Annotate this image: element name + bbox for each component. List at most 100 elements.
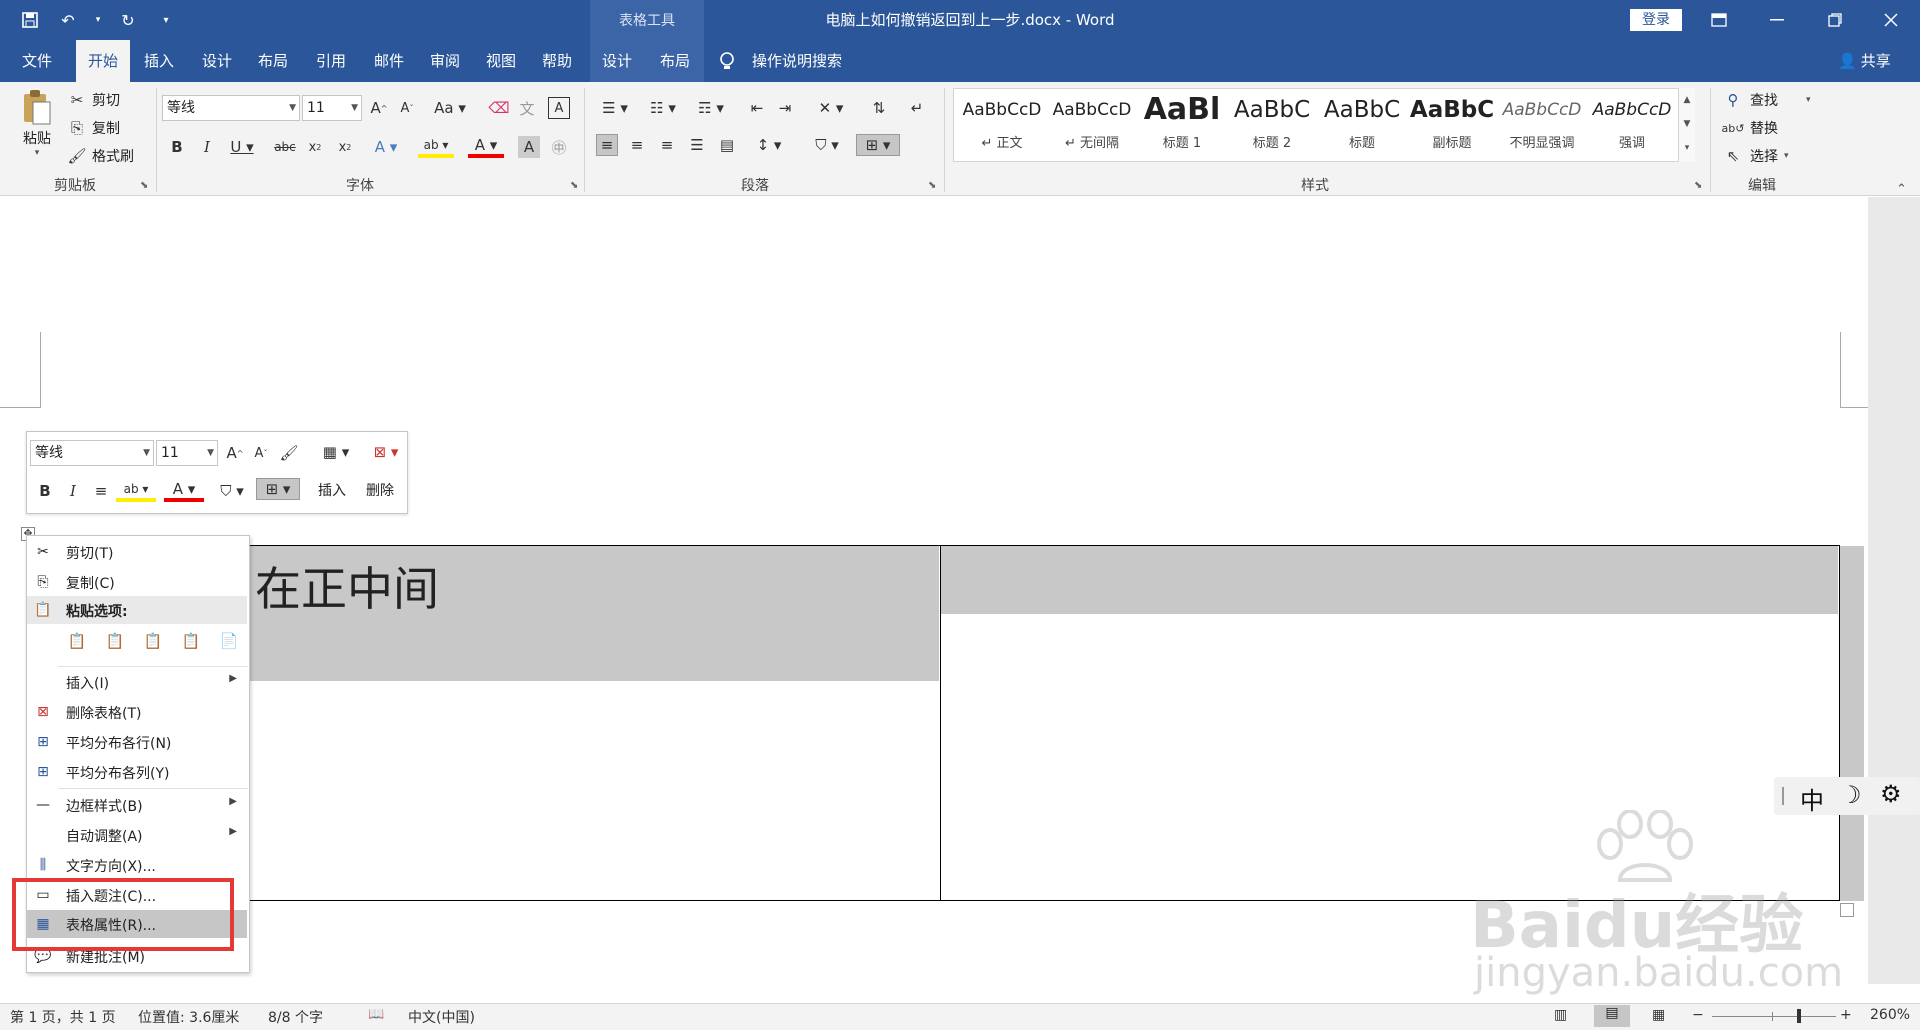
mini-font-combo[interactable]: 等线 ▼: [30, 440, 154, 466]
tab-home[interactable]: 开始: [76, 40, 130, 82]
character-shading-icon[interactable]: A: [518, 136, 540, 158]
align-right-icon[interactable]: ≡: [656, 134, 678, 156]
underline-icon[interactable]: U ▾: [226, 136, 258, 158]
grow-font-icon[interactable]: A ^: [368, 97, 390, 119]
font-size-combo[interactable]: 11 ▼: [302, 95, 362, 121]
paste-overwrite-cells-icon[interactable]: 📋: [178, 630, 204, 652]
proofing-icon[interactable]: 📖: [368, 1007, 384, 1022]
collapse-ribbon-icon[interactable]: ⌃: [1896, 182, 1907, 197]
tab-references[interactable]: 引用: [308, 40, 354, 82]
mini-highlight-icon[interactable]: ab ▾: [116, 480, 156, 502]
paste-dropdown-icon[interactable]: ▾: [16, 148, 58, 158]
justify-icon[interactable]: ☰: [686, 134, 708, 156]
align-center-icon[interactable]: ≡: [626, 134, 648, 156]
cut-button[interactable]: ✂ 剪切: [66, 88, 146, 112]
restore-icon[interactable]: [1806, 0, 1864, 40]
chinese-layout-icon[interactable]: ✕ ▾: [812, 97, 850, 119]
paragraph-launcher-icon[interactable]: ⬊: [928, 180, 936, 191]
tab-table-design[interactable]: 设计: [594, 40, 640, 82]
undo-icon[interactable]: ↶: [56, 8, 80, 32]
status-word-count[interactable]: 8/8 个字: [268, 1007, 323, 1027]
menu-item-distribute-rows[interactable]: ⊞ 平均分布各行(N): [27, 728, 247, 756]
clear-formatting-icon[interactable]: ⌫: [488, 97, 510, 119]
replace-button[interactable]: ab↺ 替换: [1722, 116, 1778, 140]
bullets-icon[interactable]: ☰ ▾: [596, 97, 634, 119]
moon-icon[interactable]: ☽: [1840, 781, 1862, 809]
character-border-icon[interactable]: A: [548, 97, 570, 119]
web-layout-icon[interactable]: ▦: [1652, 1007, 1665, 1023]
close-icon[interactable]: [1862, 0, 1920, 40]
borders-icon[interactable]: ⊞ ▾: [856, 134, 900, 156]
mini-center-icon[interactable]: ≡: [90, 480, 112, 502]
decrease-indent-icon[interactable]: ⇤: [746, 97, 768, 119]
copy-button[interactable]: ⎘ 复制: [66, 116, 146, 140]
font-color-icon[interactable]: A ▾: [468, 136, 504, 158]
line-spacing-icon[interactable]: ↕ ▾: [752, 134, 786, 156]
mini-insert-table-icon[interactable]: ▦ ▾: [316, 441, 356, 463]
menu-item-autofit[interactable]: 自动调整(A) ▶: [27, 821, 247, 849]
menu-item-cut[interactable]: ✂ 剪切(T): [27, 538, 247, 566]
mini-insert-label[interactable]: 插入: [312, 480, 352, 500]
italic-icon[interactable]: I: [196, 136, 218, 158]
phonetic-guide-icon[interactable]: 文: [516, 97, 538, 119]
strikethrough-icon[interactable]: abc: [272, 136, 298, 158]
mini-bold-icon[interactable]: B: [34, 480, 56, 502]
mini-grow-font-icon[interactable]: A ^: [224, 442, 246, 464]
share-button[interactable]: 👤 共享: [1838, 40, 1891, 82]
paste-button[interactable]: 粘贴 ▾: [16, 88, 58, 160]
distributed-icon[interactable]: ▤: [716, 134, 738, 156]
menu-item-border-styles[interactable]: — 边框样式(B) ▶: [27, 791, 247, 819]
style-subtle-emphasis[interactable]: AaBbCcD 不明显强调: [1498, 88, 1586, 160]
status-position[interactable]: 位置值: 3.6厘米: [138, 1007, 239, 1027]
sort-icon[interactable]: ⇅: [868, 97, 890, 119]
zoom-slider-thumb[interactable]: [1797, 1009, 1801, 1023]
increase-indent-icon[interactable]: ⇥: [774, 97, 796, 119]
mini-shrink-font-icon[interactable]: Aˇ: [250, 442, 272, 464]
menu-item-delete-table[interactable]: ⊠ 删除表格(T): [27, 698, 247, 726]
paste-nested-table-icon[interactable]: 📋: [64, 630, 90, 652]
numbering-icon[interactable]: ☷ ▾: [644, 97, 682, 119]
superscript-icon[interactable]: x2: [334, 136, 356, 158]
shrink-font-icon[interactable]: Aˇ: [396, 97, 418, 119]
mini-italic-icon[interactable]: I: [62, 480, 84, 502]
style-title[interactable]: AaBbC 标题: [1318, 88, 1406, 160]
tab-review[interactable]: 审阅: [422, 40, 468, 82]
mini-delete-label[interactable]: 删除: [360, 480, 400, 500]
tab-help[interactable]: 帮助: [534, 40, 580, 82]
zoom-slider-track[interactable]: [1712, 1016, 1836, 1017]
highlight-icon[interactable]: ab ▾: [418, 136, 454, 158]
read-mode-icon[interactable]: ▥: [1554, 1007, 1567, 1023]
login-button[interactable]: 登录: [1630, 9, 1682, 31]
format-painter-button[interactable]: 🖌 格式刷: [66, 144, 156, 168]
subscript-icon[interactable]: x2: [304, 136, 326, 158]
ime-drag-handle[interactable]: [1782, 787, 1784, 805]
mini-borders-icon[interactable]: ⊞ ▾: [256, 478, 300, 500]
tab-design[interactable]: 设计: [194, 40, 240, 82]
paste-insert-rows-icon[interactable]: 📋: [140, 630, 166, 652]
mini-delete-table-icon[interactable]: ⊠ ▾: [366, 441, 406, 463]
clipboard-launcher-icon[interactable]: ⬊: [140, 180, 148, 191]
mini-format-painter-icon[interactable]: 🖌: [278, 442, 300, 464]
minimize-icon[interactable]: [1748, 0, 1806, 40]
bold-icon[interactable]: B: [166, 136, 188, 158]
tab-layout[interactable]: 布局: [250, 40, 296, 82]
zoom-out-icon[interactable]: −: [1692, 1007, 1704, 1023]
mini-shading-icon[interactable]: ⛉ ▾: [212, 480, 252, 502]
change-case-icon[interactable]: Aa ▾: [432, 97, 468, 119]
mini-size-combo[interactable]: 11 ▼: [156, 440, 218, 466]
menu-item-insert[interactable]: 插入(I) ▶: [27, 668, 247, 696]
zoom-in-icon[interactable]: +: [1840, 1007, 1852, 1023]
shading-icon[interactable]: ⛉ ▾: [808, 134, 846, 156]
paste-merge-table-icon[interactable]: 📋: [102, 630, 128, 652]
find-button[interactable]: ⚲ 查找 ▾: [1722, 88, 1811, 112]
mini-font-color-icon[interactable]: A ▾: [164, 480, 204, 502]
enclose-characters-icon[interactable]: ㊥: [548, 136, 570, 158]
gear-icon[interactable]: ⚙: [1880, 780, 1902, 808]
redo-icon[interactable]: ↻: [116, 8, 140, 32]
style-emphasis[interactable]: AaBbCcD 强调: [1588, 88, 1676, 160]
paste-text-only-icon[interactable]: 📄: [216, 630, 242, 652]
tab-mailings[interactable]: 邮件: [366, 40, 412, 82]
font-name-combo[interactable]: 等线 ▼: [162, 95, 300, 121]
table-resize-handle[interactable]: [1840, 903, 1854, 917]
print-layout-icon[interactable]: ▤: [1594, 1005, 1630, 1027]
